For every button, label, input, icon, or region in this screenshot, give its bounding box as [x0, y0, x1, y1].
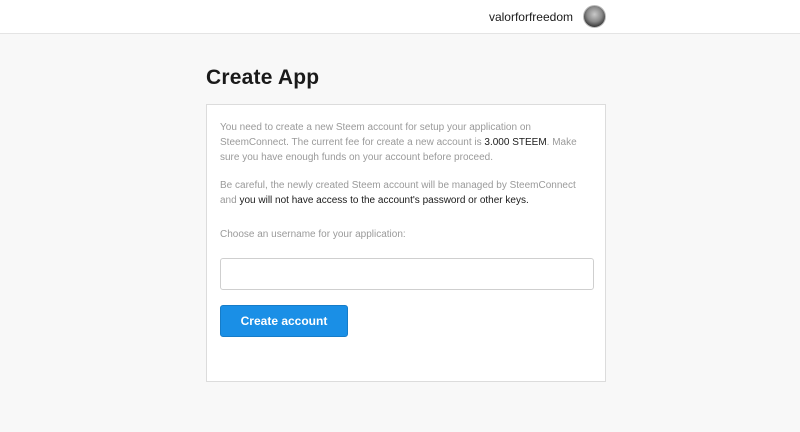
warning-notice: Be careful, the newly created Steem acco…	[220, 178, 592, 208]
fee-amount: 3.000 STEEM	[484, 137, 547, 148]
username-label: Choose an username for your application:	[220, 229, 406, 240]
create-app-card: You need to create a new Steem account f…	[206, 104, 606, 382]
create-account-button[interactable]: Create account	[220, 305, 348, 337]
app-username-input[interactable]	[220, 258, 594, 290]
fee-notice: You need to create a new Steem account f…	[220, 120, 592, 165]
header-username[interactable]: valorforfreedom	[489, 10, 573, 24]
top-bar: valorforfreedom	[0, 0, 800, 34]
warning-emphasis: you will not have access to the account'…	[239, 195, 529, 206]
main-content: Create App You need to create a new Stee…	[206, 34, 606, 382]
avatar-icon[interactable]	[583, 5, 606, 28]
page-title: Create App	[206, 66, 320, 89]
